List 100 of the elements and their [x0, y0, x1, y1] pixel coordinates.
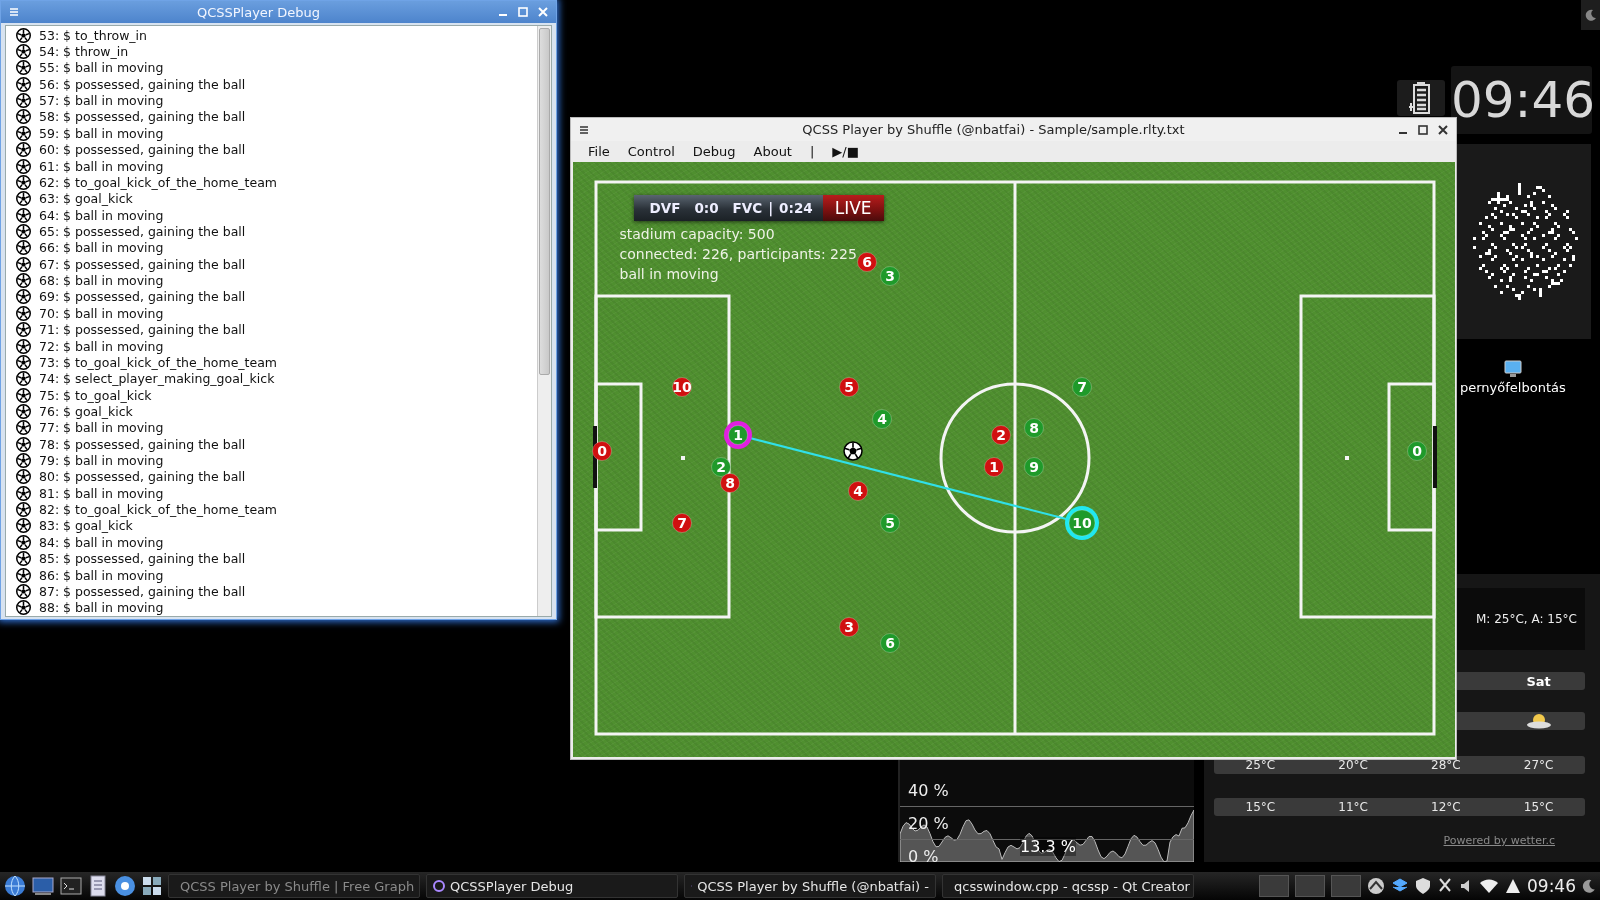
player-marker: 8: [719, 473, 740, 493]
log-entry: 53: $ to_throw_in: [39, 27, 148, 43]
menu-item[interactable]: ▶/■: [823, 144, 869, 159]
log-entry: 85: $ possessed, gaining the ball: [39, 551, 246, 567]
soccer-ball-icon: [16, 403, 31, 419]
menu-icon[interactable]: [579, 124, 589, 135]
log-entry: 70: $ ball in moving: [39, 305, 164, 321]
soccer-ball-icon: [16, 240, 31, 256]
menu-item[interactable]: Control: [618, 144, 684, 159]
soccer-ball-icon: [16, 93, 31, 109]
team-name: DVF: [649, 200, 681, 216]
log-entry: 78: $ possessed, gaining the ball: [39, 436, 246, 452]
log-entry: 76: $ goal_kick: [39, 403, 133, 419]
document-icon[interactable]: [88, 875, 108, 897]
log-entry: 71: $ possessed, gaining the ball: [39, 322, 246, 338]
soccer-ball-icon: [16, 436, 31, 452]
monitor-icon[interactable]: [1503, 360, 1522, 378]
battery-button[interactable]: [1397, 80, 1445, 116]
log-entry: 69: $ possessed, gaining the ball: [39, 289, 246, 305]
soccer-ball-icon: [16, 567, 31, 583]
player-marker: 6: [879, 633, 900, 653]
log-entry: 65: $ possessed, gaining the ball: [39, 224, 246, 239]
player-marker: 0: [1406, 441, 1427, 461]
soccer-ball-icon: [16, 289, 31, 305]
cpu-reading: 13.3 %: [1020, 837, 1076, 856]
soccer-ball-icon: [16, 191, 31, 207]
shield-icon[interactable]: [1415, 877, 1431, 895]
log-entry: 61: $ ball in moving: [39, 158, 164, 174]
globe-icon[interactable]: [4, 875, 26, 897]
separator: |: [768, 200, 774, 216]
moon-icon[interactable]: [1582, 879, 1596, 893]
taskbar-task[interactable]: QCSSPlayer Debug: [426, 874, 678, 898]
moon-icon[interactable]: [1584, 9, 1597, 21]
soccer-ball-icon: [16, 338, 31, 354]
soccer-ball-icon: [16, 256, 31, 272]
scrollbar[interactable]: [537, 26, 551, 616]
player-marker: 3: [879, 266, 900, 286]
menu-item[interactable]: About: [744, 144, 801, 159]
high-temperature: 25°C: [1245, 758, 1276, 772]
low-temperature: 15°C: [1523, 800, 1554, 814]
log-entry: 67: $ possessed, gaining the ball: [39, 256, 246, 272]
log-entry: 77: $ ball in moving: [39, 420, 164, 436]
match-stat: ball in moving: [619, 265, 720, 284]
player-marker: 0: [591, 441, 612, 461]
soccer-ball-icon: [16, 453, 31, 468]
menu-item[interactable]: Debug: [683, 144, 745, 159]
taskbar-task[interactable]: QCSS Player by Shuffle (@nbatfai) -: [684, 874, 936, 898]
match-stat: connected: 226, participants: 225: [619, 245, 857, 264]
player-marker: 2: [710, 457, 731, 477]
browser-icon[interactable]: [114, 875, 136, 897]
player-marker: 4: [847, 481, 868, 501]
window-title: QCSSPlayer Debug: [195, 4, 322, 20]
log-entry: 88: $ ball in moving: [39, 600, 164, 616]
soccer-ball-icon: [16, 125, 31, 141]
log-entry: 86: $ ball in moving: [39, 567, 164, 583]
log-entry: 84: $ ball in moving: [39, 534, 164, 550]
low-temperature: 15°C: [1245, 800, 1276, 814]
terminal-icon[interactable]: [60, 876, 82, 896]
soccer-ball-icon: [16, 224, 31, 239]
window-icon[interactable]: [32, 876, 54, 896]
soccer-ball-icon: [16, 207, 31, 223]
high-temperature: 28°C: [1431, 758, 1461, 772]
log-entry: 58: $ possessed, gaining the ball: [39, 109, 246, 125]
credit-link[interactable]: Powered by wetter.c: [1443, 834, 1555, 847]
taskbar-task[interactable]: qcsswindow.cpp - qcssp - Qt Creator: [942, 874, 1194, 898]
menu-item[interactable]: |: [800, 144, 824, 159]
grid-icon[interactable]: [142, 876, 162, 896]
log-entry: 79: $ ball in moving: [39, 453, 164, 468]
soccer-ball-icon: [16, 60, 31, 76]
soccer-ball-icon: [16, 44, 31, 60]
log-entry: 73: $ to_goal_kick_of_the_home_team: [39, 354, 278, 370]
team-name: FVC: [732, 200, 763, 216]
player-marker: 6: [856, 252, 877, 272]
soccer-ball-icon: [16, 485, 31, 501]
match-clock: 0:24: [779, 200, 813, 216]
soccer-ball-icon: [16, 518, 31, 534]
player-marker: 5: [879, 513, 900, 533]
soccer-ball-icon: [16, 534, 31, 550]
network-icon[interactable]: [1367, 877, 1385, 895]
soccer-ball-icon: [16, 174, 31, 190]
wifi-icon[interactable]: [1479, 878, 1499, 894]
desktop-icon-label[interactable]: pernyőfelbontás: [1460, 380, 1566, 395]
low-temperature: 12°C: [1431, 800, 1461, 814]
maximize-icon[interactable]: [1418, 124, 1428, 135]
soccer-ball-icon: [16, 142, 31, 158]
soccer-ball-icon: [16, 420, 31, 436]
warning-icon[interactable]: [1505, 878, 1521, 894]
weather-summary: M: 25°C, A: 15°C: [1476, 612, 1577, 626]
log-entry: 56: $ possessed, gaining the ball: [39, 76, 246, 92]
player-marker: 5: [838, 377, 859, 397]
close-icon[interactable]: [1438, 124, 1448, 135]
player-marker: 2: [990, 425, 1011, 445]
log-entry: 59: $ ball in moving: [39, 125, 164, 141]
menu-item[interactable]: File: [579, 144, 619, 159]
soccer-ball-icon: [16, 109, 31, 125]
player-marker: 1: [727, 425, 748, 445]
weekday-label: Sat: [1526, 673, 1551, 689]
match-stat: stadium capacity: 500: [619, 225, 776, 244]
log-entry: 63: $ goal_kick: [39, 191, 133, 207]
player-marker: 7: [671, 513, 692, 533]
